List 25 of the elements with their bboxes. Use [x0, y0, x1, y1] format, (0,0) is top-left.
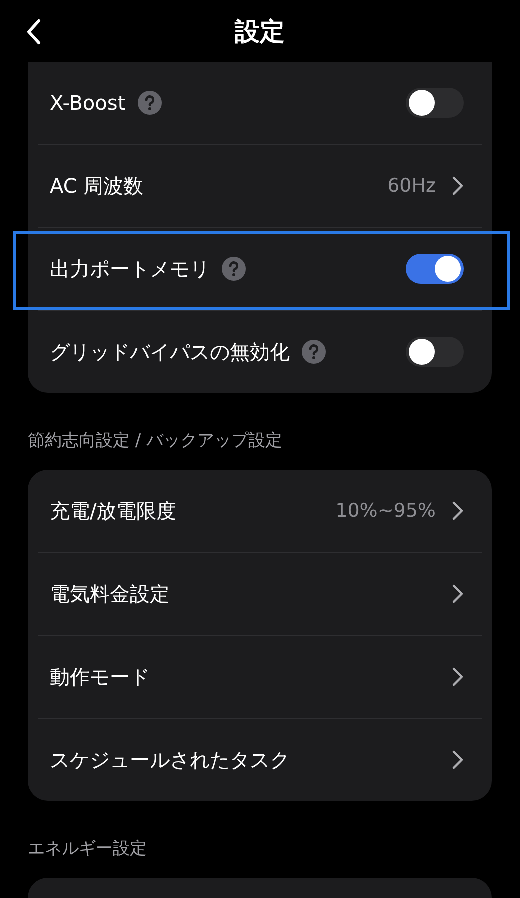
chevron-right-icon[interactable] — [452, 750, 464, 770]
help-icon[interactable] — [222, 257, 246, 281]
chevron-right-icon[interactable] — [452, 176, 464, 196]
setting-label: AC 周波数 — [50, 172, 144, 200]
setting-value: 60Hz — [388, 175, 436, 197]
setting-label: X-Boost — [50, 91, 126, 115]
setting-label: 動作モード — [50, 664, 150, 690]
section-title: エネルギー設定 — [27, 838, 148, 861]
back-icon[interactable] — [26, 19, 42, 45]
chevron-right-icon[interactable] — [452, 584, 464, 604]
chevron-right-icon[interactable] — [452, 501, 464, 521]
toggle-switch[interactable] — [406, 337, 464, 367]
setting-label: 充電/放電限度 — [50, 498, 177, 524]
toggle-switch[interactable] — [406, 254, 464, 284]
setting-label: 出力ポートメモリ — [50, 256, 210, 282]
toggle-switch[interactable] — [406, 88, 464, 118]
help-icon[interactable] — [138, 91, 162, 115]
page-title: 設定 — [235, 16, 285, 48]
setting-label: スケジュールされたタスク — [50, 746, 290, 774]
chevron-right-icon[interactable] — [452, 667, 464, 687]
help-icon[interactable] — [302, 340, 326, 364]
setting-label: 電気料金設定 — [50, 580, 170, 608]
section-title: 節約志向設定 / バックアップ設定 — [27, 430, 284, 453]
setting-value: 10%~95% — [336, 500, 436, 522]
setting-label: グリッドバイパスの無効化 — [50, 338, 290, 366]
